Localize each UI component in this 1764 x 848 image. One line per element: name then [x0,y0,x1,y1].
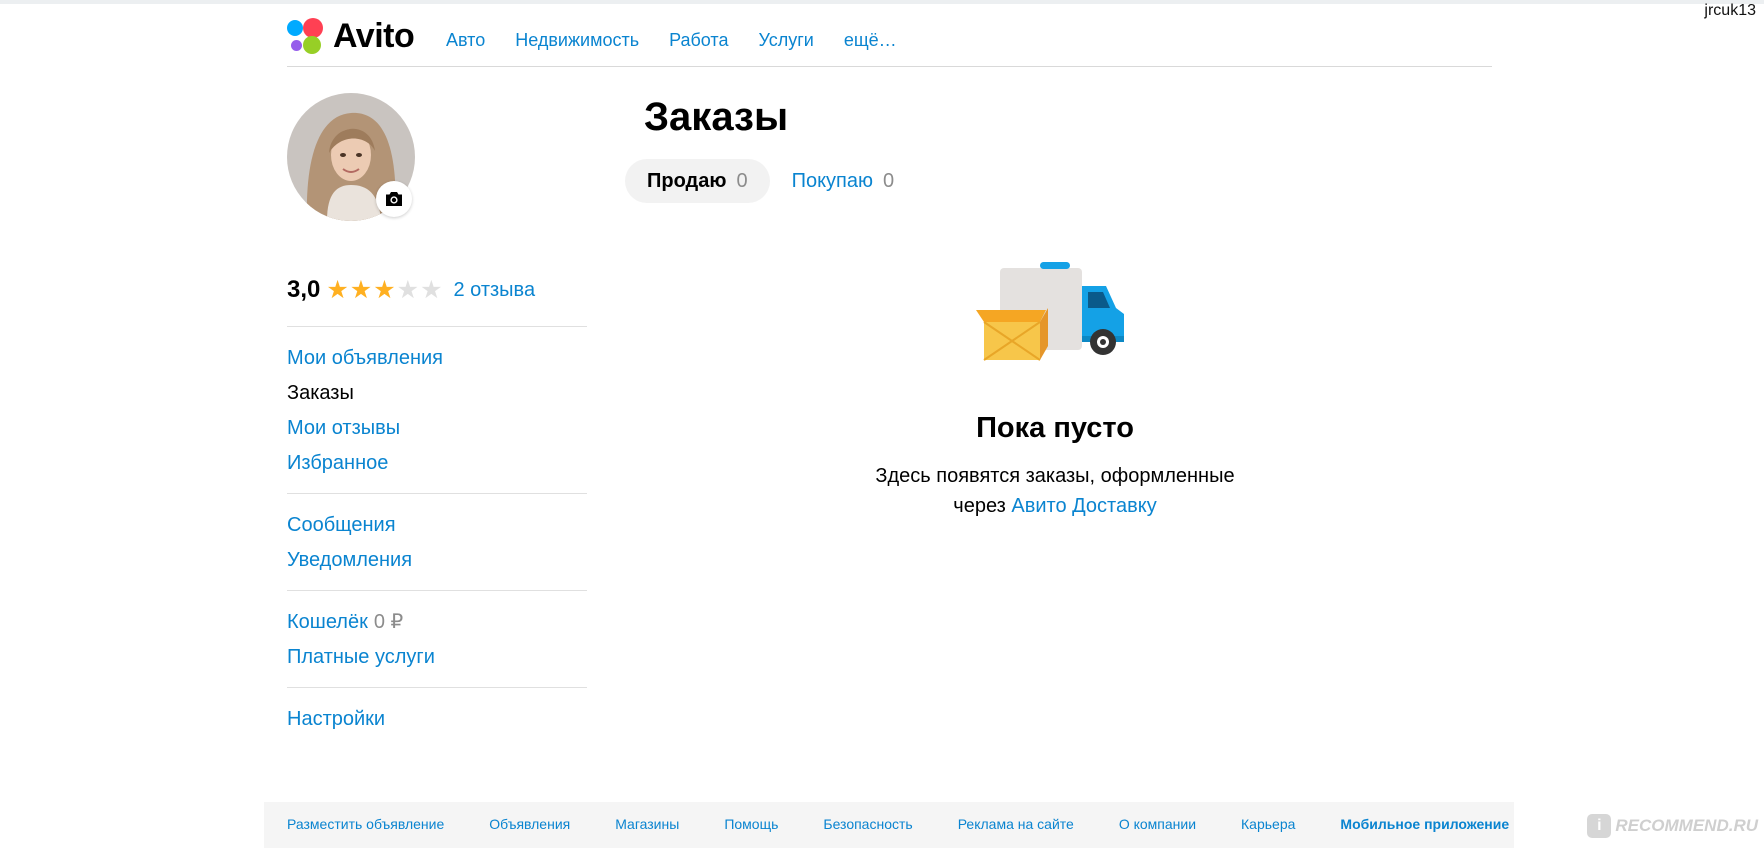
rating-row: 3,0 ★ ★ ★ ★ ★ 2 отзыва [287,276,535,304]
tab-label: Покупаю [791,169,874,192]
star-filled-icon: ★ [326,275,349,304]
footer: Разместить объявление Объявления Магазин… [264,802,1514,848]
avito-logo[interactable]: Avito [287,16,415,56]
sidebar-item-my-ads[interactable]: Мои объявления [287,341,587,376]
nav-services[interactable]: Услуги [758,30,813,51]
empty-state-line1: Здесь появятся заказы, оформленные [875,465,1235,487]
star-empty-icon: ★ [396,275,420,304]
recommend-text: RECOMMEND.RU [1615,816,1758,835]
footer-link-about[interactable]: О компании [1119,816,1196,832]
sidebar-item-messages[interactable]: Сообщения [287,508,587,543]
sidebar: Мои объявления Заказы Мои отзывы Избранн… [287,326,587,749]
wallet-amount: 0 ₽ [373,611,404,633]
tab-buying[interactable]: Покупаю 0 [770,159,917,203]
tab-selling[interactable]: Продаю 0 [625,159,770,203]
footer-link-post-ad[interactable]: Разместить объявление [287,816,444,832]
sidebar-item-notifications[interactable]: Уведомления [287,543,587,578]
empty-state-title: Пока пусто [976,412,1134,444]
reviews-link[interactable]: 2 отзыва [453,279,535,302]
recommend-watermark: i RECOMMEND.RU [1587,814,1758,838]
page-title: Заказы [644,95,789,139]
footer-link-security[interactable]: Безопасность [823,816,912,832]
empty-state: Пока пусто Здесь появятся заказы, оформл… [835,262,1275,521]
change-photo-button[interactable] [376,181,412,217]
tab-count: 0 [736,169,748,192]
footer-link-advertising[interactable]: Реклама на сайте [958,816,1074,832]
recommend-logo-icon: i [1587,814,1612,838]
sidebar-item-paid-services[interactable]: Платные услуги [287,640,587,675]
top-border [0,0,1764,4]
username-watermark: jrcuk13 [1704,2,1756,19]
header: Avito Авто Недвижимость Работа Услуги ещ… [287,12,1492,67]
empty-state-text: Здесь появятся заказы, оформленные через… [835,461,1275,521]
nav-jobs[interactable]: Работа [669,30,728,51]
footer-link-shops[interactable]: Магазины [615,816,679,832]
rating-value: 3,0 [287,276,321,303]
footer-link-careers[interactable]: Карьера [1241,816,1295,832]
logo-dots-icon [287,16,327,56]
top-nav: Авто Недвижимость Работа Услуги ещё… [446,30,927,51]
star-empty-icon: ★ [420,275,443,304]
rating-stars: ★ ★ ★ ★ ★ [326,275,443,304]
tab-label: Продаю [647,169,727,192]
empty-state-line2-prefix: через [953,495,1006,517]
nav-more[interactable]: ещё… [844,30,897,51]
star-filled-icon: ★ [349,275,373,304]
sidebar-item-my-reviews[interactable]: Мои отзывы [287,411,587,446]
sidebar-item-settings[interactable]: Настройки [287,702,587,737]
tab-count: 0 [883,169,895,192]
footer-link-ads[interactable]: Объявления [489,816,570,832]
footer-links: Разместить объявление Объявления Магазин… [287,816,1509,832]
delivery-truck-icon [976,262,1124,361]
avito-delivery-link[interactable]: Авито Доставку [1011,495,1156,517]
logo-text: Avito [333,16,415,55]
orders-tabs: Продаю 0 Покупаю 0 [625,159,916,203]
camera-icon [386,192,402,206]
sidebar-item-orders[interactable]: Заказы [287,376,587,411]
nav-auto[interactable]: Авто [446,30,485,51]
star-filled-icon: ★ [373,275,396,304]
wallet-label: Кошелёк [287,611,368,633]
sidebar-item-wallet[interactable]: Кошелёк 0 ₽ [287,605,587,640]
footer-link-mobile-app[interactable]: Мобильное приложение [1340,816,1509,832]
sidebar-item-favorites[interactable]: Избранное [287,446,587,481]
nav-realty[interactable]: Недвижимость [515,30,639,51]
footer-link-help[interactable]: Помощь [724,816,778,832]
